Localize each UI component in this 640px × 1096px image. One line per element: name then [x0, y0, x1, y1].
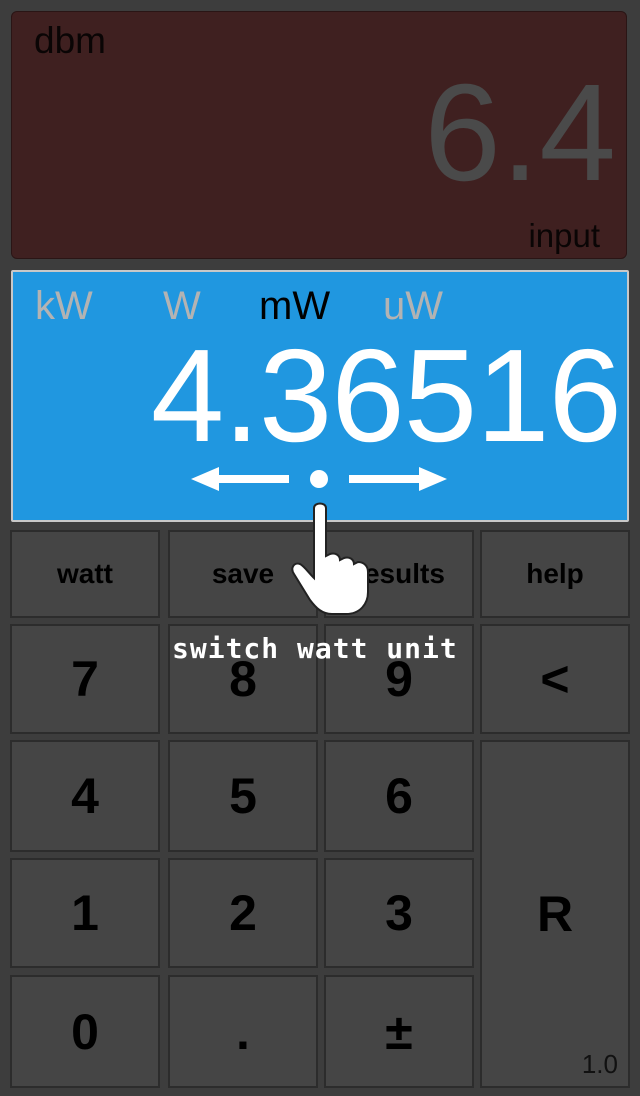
r-button-label: R	[536, 886, 574, 942]
output-value: 4.36516	[150, 322, 622, 469]
input-unit-label: dbm	[34, 20, 106, 61]
r-button[interactable]: R 1.0	[480, 740, 630, 1088]
key-4[interactable]: 4	[10, 740, 160, 852]
tutorial-hint: switch watt unit	[172, 632, 458, 665]
key-decimal[interactable]: .	[168, 975, 318, 1088]
key-5[interactable]: 5	[168, 740, 318, 852]
output-display[interactable]: kW W mW uW 4.36516	[11, 270, 629, 522]
key-0[interactable]: 0	[10, 975, 160, 1088]
key-6[interactable]: 6	[324, 740, 474, 852]
key-7[interactable]: 7	[10, 624, 160, 734]
swipe-arrows-icon	[191, 467, 447, 491]
key-3[interactable]: 3	[324, 858, 474, 968]
key-1[interactable]: 1	[10, 858, 160, 968]
watt-button[interactable]: watt	[10, 530, 160, 618]
key-2[interactable]: 2	[168, 858, 318, 968]
version-label: 1.0	[581, 1049, 618, 1079]
key-plus-minus[interactable]: ±	[324, 975, 474, 1088]
help-button[interactable]: help	[480, 530, 630, 618]
tap-hand-icon	[291, 502, 369, 615]
unit-kw[interactable]: kW	[35, 284, 93, 329]
input-display[interactable]: dbm 6.4 input	[11, 11, 627, 259]
input-value: 6.4	[424, 56, 616, 210]
backspace-button[interactable]: <	[480, 624, 630, 734]
input-caption: input	[528, 217, 600, 254]
